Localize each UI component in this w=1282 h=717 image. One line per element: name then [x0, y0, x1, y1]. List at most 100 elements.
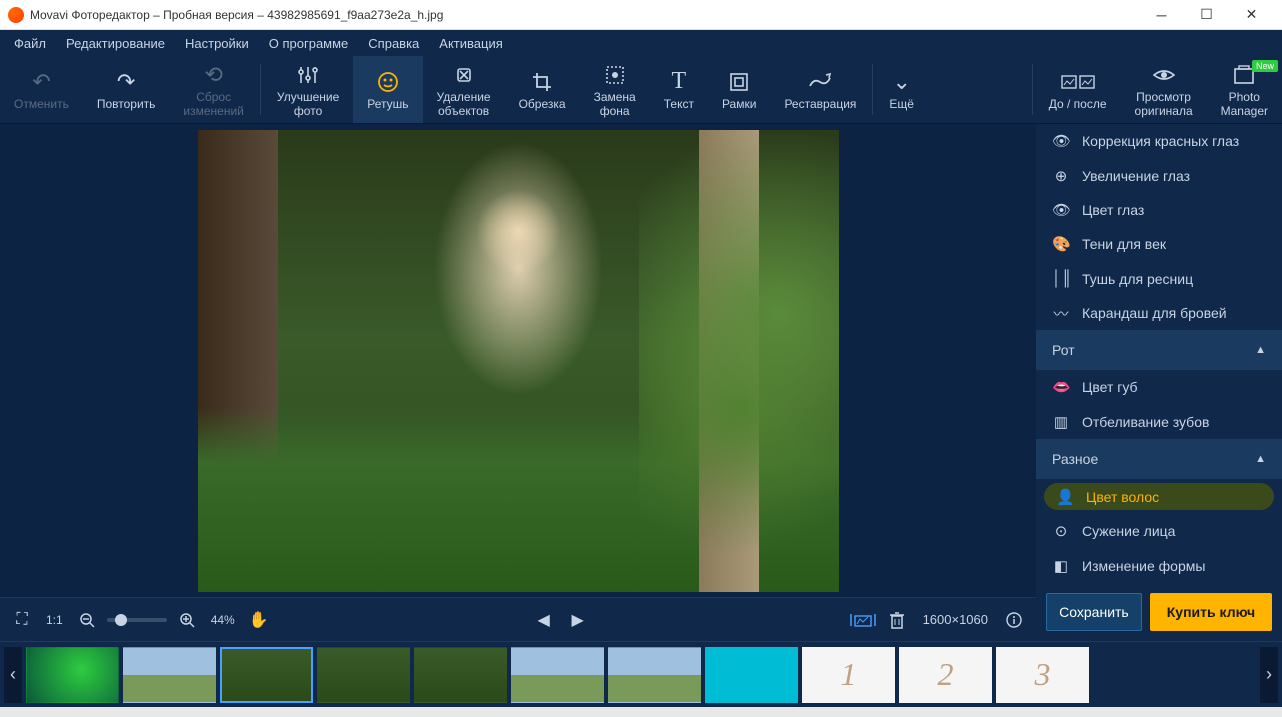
filmstrip-thumb[interactable]: 3	[996, 647, 1089, 703]
before-after-button[interactable]: До / после	[1035, 56, 1121, 123]
filmstrip-thumb[interactable]	[608, 647, 701, 703]
next-image-button[interactable]: ▶	[564, 606, 592, 634]
eraser-icon	[453, 61, 475, 89]
reset-icon: ⟲	[204, 61, 222, 89]
section-mouth[interactable]: Рот ▲	[1036, 330, 1282, 370]
hair-icon: 👤	[1056, 488, 1074, 506]
face-icon	[376, 68, 400, 96]
enlarge-icon: ⊕	[1052, 167, 1070, 185]
toolbar-divider	[1032, 64, 1033, 115]
zoom-percent: 44%	[207, 613, 239, 627]
undo-icon: ↶	[32, 68, 50, 96]
histogram-button[interactable]	[849, 606, 877, 634]
restore-button[interactable]: Реставрация	[770, 56, 870, 123]
item-lip-color[interactable]: 👄 Цвет губ	[1036, 370, 1282, 404]
canvas-viewport[interactable]	[0, 124, 1036, 597]
teeth-icon: ▥	[1052, 413, 1070, 431]
zoom-out-button[interactable]	[73, 606, 101, 634]
menubar: Файл Редактирование Настройки О программ…	[0, 30, 1282, 56]
photo	[198, 130, 839, 592]
item-red-eye[interactable]: 👁 Коррекция красных глаз	[1036, 124, 1282, 158]
slim-icon: ⊙	[1052, 522, 1070, 540]
maximize-button[interactable]: ☐	[1184, 0, 1229, 30]
toolbar-divider	[872, 64, 873, 115]
item-reshape[interactable]: ◧ Изменение формы	[1036, 549, 1282, 583]
item-teeth-whiten[interactable]: ▥ Отбеливание зубов	[1036, 405, 1282, 439]
window-title: Movavi Фоторедактор – Пробная версия – 4…	[30, 8, 1139, 22]
redo-icon: ↷	[117, 68, 135, 96]
frame-icon	[728, 68, 750, 96]
remove-objects-button[interactable]: Удаление объектов	[423, 56, 505, 123]
zoom-in-button[interactable]	[173, 606, 201, 634]
view-original-button[interactable]: Просмотр оригинала	[1121, 56, 1207, 123]
item-face-slim[interactable]: ⊙ Сужение лица	[1036, 514, 1282, 548]
chevron-down-icon: ⌄	[892, 68, 910, 96]
eyebrow-icon: 〰	[1052, 303, 1070, 324]
titlebar: Movavi Фоторедактор – Пробная версия – 4…	[0, 0, 1282, 30]
app-icon	[8, 7, 24, 23]
filmstrip-next[interactable]: ›	[1260, 647, 1278, 703]
filmstrip-thumb[interactable]	[317, 647, 410, 703]
fit-label[interactable]: 1:1	[42, 613, 67, 627]
close-button[interactable]: ✕	[1229, 0, 1274, 30]
item-hair-color[interactable]: 👤 Цвет волос	[1044, 483, 1274, 510]
eye-icon: 👁	[1052, 201, 1070, 219]
redo-button[interactable]: ↷ Повторить	[83, 56, 170, 123]
canvas-controls: ⛶ 1:1 44% ✋ ◀ ▶ 1600×1060	[0, 597, 1036, 641]
save-button[interactable]: Сохранить	[1046, 593, 1142, 631]
fullscreen-button[interactable]: ⛶	[8, 606, 36, 634]
menu-file[interactable]: Файл	[4, 36, 56, 51]
buy-key-button[interactable]: Купить ключ	[1150, 593, 1272, 631]
restore-icon	[808, 68, 832, 96]
item-eye-color[interactable]: 👁 Цвет глаз	[1036, 193, 1282, 227]
zoom-slider[interactable]	[107, 618, 167, 622]
reset-button[interactable]: ⟲ Сброс изменений	[169, 56, 257, 123]
filmstrip-thumb[interactable]	[26, 647, 119, 703]
photo-manager-button[interactable]: New Photo Manager	[1207, 56, 1282, 123]
enhance-button[interactable]: Улучшение фото	[263, 56, 353, 123]
makeup-icon: 🎨	[1052, 235, 1070, 253]
menu-settings[interactable]: Настройки	[175, 36, 259, 51]
toolbar-divider	[260, 64, 261, 115]
menu-edit[interactable]: Редактирование	[56, 36, 175, 51]
chevron-up-icon: ▲	[1255, 344, 1266, 356]
filmstrip-thumb[interactable]	[220, 647, 313, 703]
reshape-icon: ◧	[1052, 557, 1070, 575]
eye-icon: 👁	[1052, 132, 1070, 150]
filmstrip-prev[interactable]: ‹	[4, 647, 22, 703]
filmstrip-thumb[interactable]: 1	[802, 647, 895, 703]
side-panel: 👁 Коррекция красных глаз ⊕ Увеличение гл…	[1036, 124, 1282, 641]
canvas-area: ⛶ 1:1 44% ✋ ◀ ▶ 1600×1060	[0, 124, 1036, 641]
filmstrip-thumb[interactable]	[511, 647, 604, 703]
text-button[interactable]: T Текст	[650, 56, 708, 123]
filmstrip-thumb[interactable]: 2	[899, 647, 992, 703]
crop-button[interactable]: Обрезка	[505, 56, 580, 123]
filmstrip-thumb[interactable]	[705, 647, 798, 703]
pan-button[interactable]: ✋	[245, 606, 273, 634]
item-mascara[interactable]: │║ Тушь для ресниц	[1036, 262, 1282, 296]
filmstrip-thumb[interactable]	[123, 647, 216, 703]
menu-activation[interactable]: Активация	[429, 36, 512, 51]
filmstrip: ‹ 123 ›	[0, 641, 1282, 707]
horizontal-scrollbar[interactable]	[0, 707, 1282, 717]
menu-about[interactable]: О программе	[259, 36, 359, 51]
menu-help[interactable]: Справка	[358, 36, 429, 51]
item-enlarge-eyes[interactable]: ⊕ Увеличение глаз	[1036, 158, 1282, 192]
frames-button[interactable]: Рамки	[708, 56, 770, 123]
compare-icon	[1061, 68, 1095, 96]
filmstrip-thumb[interactable]	[414, 647, 507, 703]
retouch-button[interactable]: Ретушь	[353, 56, 422, 123]
replace-bg-button[interactable]: Замена фона	[580, 56, 650, 123]
more-button[interactable]: ⌄ Ещё	[875, 56, 928, 123]
section-misc[interactable]: Разное ▲	[1036, 439, 1282, 479]
lips-icon: 👄	[1052, 378, 1070, 396]
info-button[interactable]	[1000, 606, 1028, 634]
item-eyeshadow[interactable]: 🎨 Тени для век	[1036, 227, 1282, 261]
undo-button[interactable]: ↶ Отменить	[0, 56, 83, 123]
text-icon: T	[672, 68, 687, 96]
item-eyebrow[interactable]: 〰 Карандаш для бровей	[1036, 296, 1282, 330]
prev-image-button[interactable]: ◀	[530, 606, 558, 634]
chevron-up-icon: ▲	[1255, 453, 1266, 465]
minimize-button[interactable]: ─	[1139, 0, 1184, 30]
delete-button[interactable]	[883, 606, 911, 634]
